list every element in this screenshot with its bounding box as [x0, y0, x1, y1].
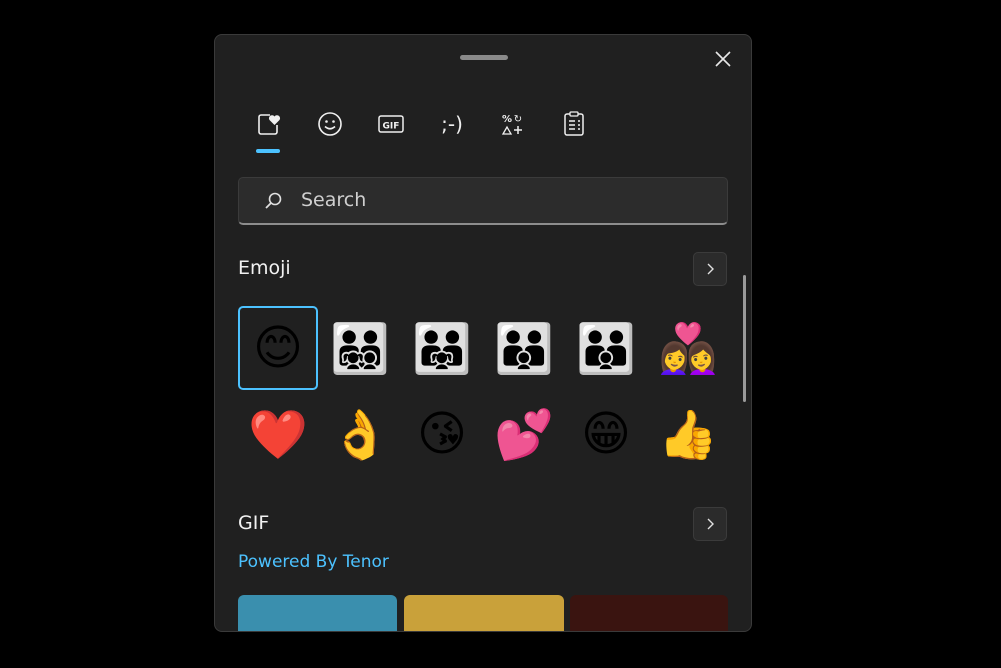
emoji-face-blowing-a-kiss[interactable]: 😘 [402, 392, 482, 476]
emoji-family-man-man-boy[interactable]: 👨‍👨‍👦 [484, 306, 564, 390]
smiley-icon [318, 112, 342, 136]
symbols-icon: % ↻ [501, 114, 522, 135]
emoji-thumbs-up[interactable]: 👍 [648, 392, 728, 476]
tab-clipboard[interactable] [550, 105, 598, 143]
gif-section-title: GIF [238, 512, 270, 534]
emoji-family-man-man-boy-orange[interactable]: 👨‍👨‍👦 [566, 306, 646, 390]
emoji-beaming-face-with-smiling-eyes[interactable]: 😁 [566, 392, 646, 476]
drag-handle[interactable] [460, 55, 508, 60]
search-input[interactable] [301, 184, 701, 216]
tab-kaomoji[interactable]: ;-) [428, 105, 476, 143]
emoji-panel: GIF ;-) % ↻ [214, 34, 752, 632]
scrollbar-thumb[interactable] [743, 275, 746, 402]
emoji-section-title: Emoji [238, 257, 291, 279]
gif-thumbnail-2[interactable] [404, 595, 564, 631]
emoji-family-man-man-girl-boy[interactable]: 👨‍👨‍👧‍👦 [320, 306, 400, 390]
emoji-family-man-man-girl[interactable]: 👨‍👨‍👧 [402, 306, 482, 390]
chevron-right-icon [707, 518, 714, 530]
emoji-smiling-face-with-smiling-eyes[interactable]: 😊 [238, 306, 318, 390]
search-box[interactable] [238, 177, 728, 225]
gif-thumbnail-3[interactable] [570, 595, 728, 631]
kaomoji-icon: ;-) [441, 112, 463, 136]
emoji-couple-with-heart-woman-woman[interactable]: 👩‍❤️‍👩 [648, 306, 728, 390]
gif-more-button[interactable] [693, 507, 727, 541]
chevron-right-icon [707, 263, 714, 275]
heart-square-icon [258, 114, 281, 135]
tab-gif[interactable]: GIF [367, 105, 415, 143]
emoji-red-heart[interactable]: ❤️ [238, 392, 318, 476]
emoji-ok-hand[interactable]: 👌 [320, 392, 400, 476]
tab-emoji[interactable] [306, 105, 354, 143]
gif-icon: GIF [378, 115, 404, 133]
close-button[interactable] [711, 47, 735, 71]
svg-text:GIF: GIF [383, 122, 400, 132]
emoji-two-hearts[interactable]: 💕 [484, 392, 564, 476]
gif-thumbnail-1[interactable] [238, 595, 397, 631]
search-icon [265, 192, 282, 209]
close-icon [715, 51, 731, 67]
svg-text:%: % [502, 114, 512, 125]
tab-recent[interactable] [245, 105, 293, 143]
clipboard-icon [564, 111, 584, 136]
tab-symbols[interactable]: % ↻ [489, 105, 537, 143]
powered-by-tenor-link[interactable]: Powered By Tenor [238, 552, 389, 572]
svg-text:↻: ↻ [514, 114, 522, 125]
emoji-more-button[interactable] [693, 252, 727, 286]
active-tab-indicator [256, 149, 280, 153]
